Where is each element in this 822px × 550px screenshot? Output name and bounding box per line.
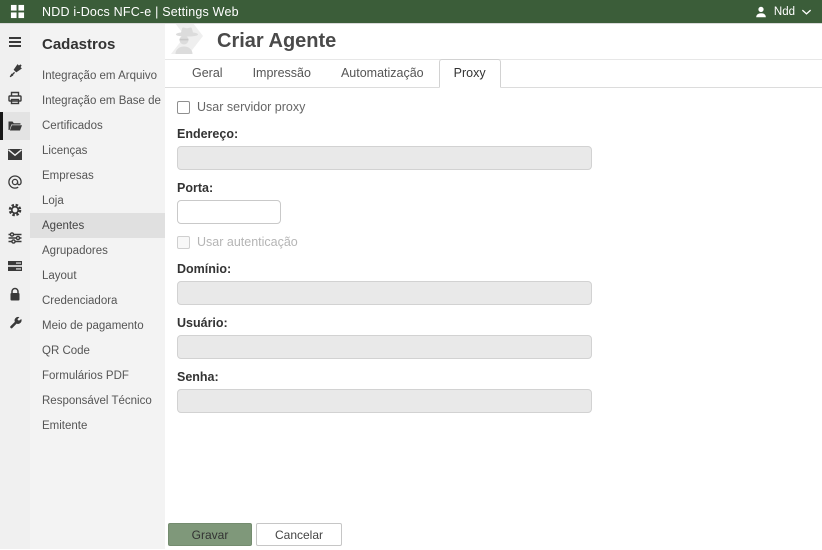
sidebar-item-integracao-base-dados[interactable]: Integração em Base de Dados <box>30 88 165 113</box>
plug-icon[interactable] <box>0 56 30 84</box>
user-menu[interactable]: Ndd <box>754 5 812 19</box>
folder-open-icon[interactable] <box>0 112 30 140</box>
porta-field: Porta: <box>177 181 605 224</box>
senha-field: Senha: <box>177 370 605 413</box>
apps-grid-icon[interactable] <box>10 3 32 21</box>
save-button[interactable]: Gravar <box>168 523 252 546</box>
sidebar-item-layout[interactable]: Layout <box>30 263 165 288</box>
sliders-icon[interactable] <box>0 224 30 252</box>
use-auth-checkbox-row: Usar autenticação <box>177 235 605 249</box>
endereco-input[interactable] <box>177 146 592 170</box>
icon-rail <box>0 24 30 549</box>
spy-agent-icon <box>165 24 209 60</box>
wrench-icon[interactable] <box>0 308 30 336</box>
use-proxy-checkbox-row[interactable]: Usar servidor proxy <box>177 100 605 114</box>
sidebar-item-integracao-arquivo[interactable]: Integração em Arquivo <box>30 63 165 88</box>
app-title: NDD i-Docs NFC-e | Settings Web <box>42 5 239 19</box>
envelope-icon[interactable] <box>0 140 30 168</box>
porta-input[interactable] <box>177 200 281 224</box>
sidebar-item-licencas[interactable]: Licenças <box>30 138 165 163</box>
endereco-label: Endereço: <box>177 127 605 141</box>
sidebar-item-formularios-pdf[interactable]: Formulários PDF <box>30 363 165 388</box>
sidebar-item-qr-code[interactable]: QR Code <box>30 338 165 363</box>
use-auth-checkbox[interactable] <box>177 236 190 249</box>
tab-impressao[interactable]: Impressão <box>238 59 326 88</box>
cancel-button[interactable]: Cancelar <box>256 523 342 546</box>
sidebar-item-meio-pagamento[interactable]: Meio de pagamento <box>30 313 165 338</box>
use-proxy-label: Usar servidor proxy <box>197 100 305 114</box>
main-content: Criar Agente Geral Impressão Automatizaç… <box>165 24 822 549</box>
tab-proxy[interactable]: Proxy <box>439 59 501 88</box>
gear-icon[interactable] <box>0 196 30 224</box>
sidebar-heading: Cadastros <box>30 30 165 63</box>
sidebar-item-credenciadora[interactable]: Credenciadora <box>30 288 165 313</box>
use-auth-label: Usar autenticação <box>197 235 298 249</box>
at-sign-icon[interactable] <box>0 168 30 196</box>
dominio-input[interactable] <box>177 281 592 305</box>
menu-icon[interactable] <box>0 28 30 56</box>
usuario-label: Usuário: <box>177 316 605 330</box>
chevron-down-icon <box>801 8 812 16</box>
proxy-form: Usar servidor proxy Endereço: Porta: Usa… <box>165 88 605 413</box>
server-icon[interactable] <box>0 252 30 280</box>
tab-geral[interactable]: Geral <box>177 59 238 88</box>
senha-label: Senha: <box>177 370 605 384</box>
tab-bar: Geral Impressão Automatização Proxy <box>165 60 822 88</box>
user-name: Ndd <box>774 6 795 18</box>
usuario-input[interactable] <box>177 335 592 359</box>
dominio-label: Domínio: <box>177 262 605 276</box>
sidebar-cadastros: Cadastros Integração em Arquivo Integraç… <box>30 24 165 549</box>
porta-label: Porta: <box>177 181 605 195</box>
sidebar-item-loja[interactable]: Loja <box>30 188 165 213</box>
page-title: Criar Agente <box>217 30 336 53</box>
lock-icon[interactable] <box>0 280 30 308</box>
page-header: Criar Agente <box>165 24 822 60</box>
use-proxy-checkbox[interactable] <box>177 101 190 114</box>
printer-icon[interactable] <box>0 84 30 112</box>
dominio-field: Domínio: <box>177 262 605 305</box>
endereco-field: Endereço: <box>177 127 605 170</box>
sidebar-item-responsavel-tecnico[interactable]: Responsável Técnico <box>30 388 165 413</box>
usuario-field: Usuário: <box>177 316 605 359</box>
sidebar-item-emitente[interactable]: Emitente <box>30 413 165 438</box>
sidebar-item-certificados[interactable]: Certificados <box>30 113 165 138</box>
tab-automatizacao[interactable]: Automatização <box>326 59 439 88</box>
user-icon <box>754 5 768 19</box>
sidebar-item-agrupadores[interactable]: Agrupadores <box>30 238 165 263</box>
senha-input[interactable] <box>177 389 592 413</box>
top-bar: NDD i-Docs NFC-e | Settings Web Ndd <box>0 0 822 24</box>
form-actions: Gravar Cancelar <box>168 523 342 546</box>
sidebar-item-empresas[interactable]: Empresas <box>30 163 165 188</box>
sidebar-item-agentes[interactable]: Agentes <box>30 213 165 238</box>
